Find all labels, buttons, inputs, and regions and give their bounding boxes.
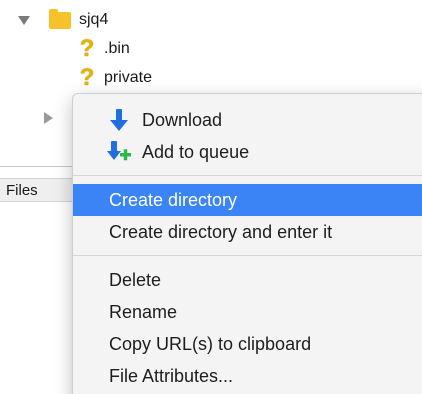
pane-divider[interactable] [0, 166, 80, 167]
menu-label-download: Download [142, 109, 223, 130]
menu-separator [73, 175, 422, 176]
menu-item-create-directory-enter[interactable]: Create directory and enter it [73, 216, 422, 248]
tree-row-private[interactable]: ? private [76, 66, 152, 90]
menu-label-file-attributes: File Attributes... [109, 365, 234, 386]
menu-item-copy-url[interactable]: Copy URL(s) to clipboard [73, 328, 422, 360]
download-arrow-icon [107, 108, 131, 132]
add-to-queue-icon [107, 140, 131, 164]
menu-separator [73, 255, 422, 256]
remote-site-pane: sjq4 ? .bin ? private Files Download Add… [0, 0, 422, 394]
menu-item-rename[interactable]: Rename [73, 296, 422, 328]
tree-label-root: sjq4 [79, 11, 109, 28]
question-mark-icon: ? [79, 64, 95, 91]
tree-row-root[interactable]: sjq4 [18, 8, 108, 32]
expand-right-icon[interactable] [44, 112, 53, 124]
tree-row-collapsed[interactable] [44, 106, 53, 130]
menu-item-create-directory[interactable]: Create directory [73, 184, 422, 216]
tree-label-bin: .bin [104, 40, 130, 57]
tree-row-bin[interactable]: ? .bin [76, 37, 130, 61]
menu-item-file-attributes[interactable]: File Attributes... [73, 360, 422, 392]
files-column-header[interactable]: Files [0, 178, 80, 202]
menu-item-download[interactable]: Download [73, 104, 422, 136]
menu-label-create-directory-enter: Create directory and enter it [109, 221, 333, 242]
menu-label-copy-url: Copy URL(s) to clipboard [109, 333, 312, 354]
context-menu: Download Add to queue Create directory C… [72, 93, 422, 394]
menu-item-add-to-queue[interactable]: Add to queue [73, 136, 422, 168]
question-mark-icon: ? [79, 35, 95, 62]
menu-label-rename: Rename [109, 301, 178, 322]
tree-label-private: private [104, 69, 153, 86]
menu-label-create-directory: Create directory [109, 189, 238, 210]
expand-down-icon[interactable] [18, 15, 30, 25]
menu-label-delete: Delete [109, 269, 162, 290]
menu-item-delete[interactable]: Delete [73, 264, 422, 296]
folder-icon [49, 8, 71, 29]
menu-label-add-to-queue: Add to queue [142, 141, 250, 162]
